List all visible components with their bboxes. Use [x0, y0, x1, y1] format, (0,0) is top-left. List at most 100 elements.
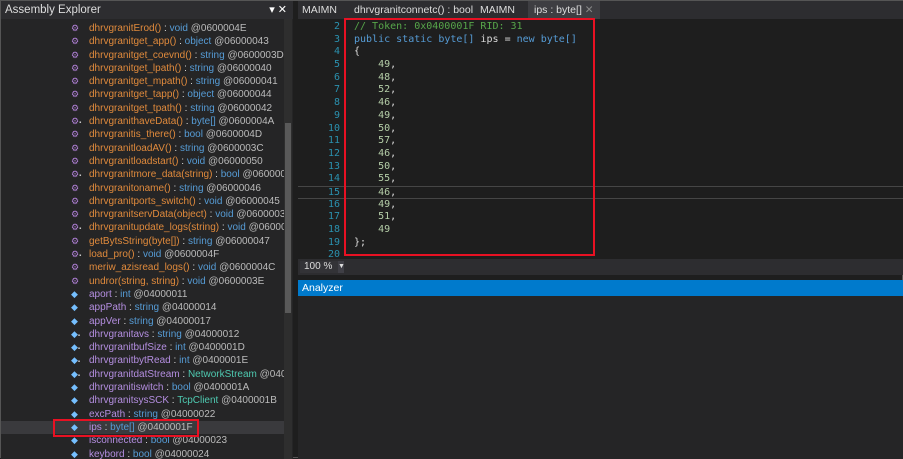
highlight-box [344, 18, 595, 256]
tree-item[interactable]: ⚙dhrvgranitget_coevnd() : string @060000… [1, 49, 284, 62]
tab-bar: MAIMN dhrvgranitconnetc() : bool MAIMN i… [298, 1, 903, 19]
tree-item[interactable]: ◆appVer : string @04000017 [1, 315, 284, 328]
line-number: 2 [298, 21, 340, 34]
item-name: aport [89, 289, 112, 300]
tree-item[interactable]: ◆▪dhrvgranitbufSize : int @0400001D [1, 341, 284, 354]
tree-item[interactable]: ◆▪dhrvgranitavs : string @04000012 [1, 328, 284, 341]
item-token: @04000011 [133, 289, 187, 300]
item-token: @04000022 [161, 409, 216, 420]
item-token: @0600003D [227, 50, 283, 61]
tab-connetc[interactable]: dhrvgranitconnetc() : bool [354, 4, 473, 16]
tree-item[interactable]: ⚙dhrvgranitoname() : string @06000046 [1, 182, 284, 195]
line-number: 10 [298, 123, 340, 136]
zoom-level[interactable]: 100 % [300, 261, 338, 273]
item-name: dhrvgranitis_there [89, 129, 169, 140]
item-token: @0400001A [194, 382, 250, 393]
method-icon: ⚙ [71, 103, 81, 113]
item-token: @06000040 [217, 63, 272, 74]
item-token: @06000050 [208, 156, 263, 167]
method-icon: ⚙ [71, 36, 81, 46]
item-name: dhrvgranitsysSCK [89, 395, 169, 406]
tree-item[interactable]: ⚙dhrvgranitloadstart() : void @06000050 [1, 155, 284, 168]
method-icon: ⚙ [71, 89, 81, 99]
tree-item[interactable]: ⚙▪dhrvgranithaveData() : byte[] @0600004… [1, 115, 284, 128]
tab-label: ips : byte[] [534, 4, 582, 16]
tree-item[interactable]: ⚙▪dhrvgranitupdate_logs(string) : void @… [1, 221, 284, 234]
tree-item[interactable]: ◆appPath : string @04000014 [1, 301, 284, 314]
tree-item[interactable]: ◆dhrvgranitiswitch : bool @0400001A [1, 381, 284, 394]
item-type: void [143, 249, 161, 260]
tab-maimn-2[interactable]: MAIMN [480, 4, 515, 16]
close-icon[interactable]: ✕ [278, 4, 287, 16]
tree-item[interactable]: ⚙dhrvgranitget_tpath() : string @0600004… [1, 102, 284, 115]
tab-maimn[interactable]: MAIMN [302, 4, 337, 16]
tree-item[interactable]: ◆▪dhrvgranitdatStream : NetworkStream @0… [1, 368, 284, 381]
tree-item[interactable]: ◆aport : int @04000011 [1, 288, 284, 301]
tree-item[interactable]: ◆keybord : bool @04000024 [1, 448, 284, 459]
field-icon: ◆▪ [71, 342, 81, 352]
item-name: dhrvgranitloadAV [89, 143, 165, 154]
item-args: () [176, 116, 183, 127]
item-type: void [198, 262, 216, 273]
item-name: dhrvgranitget_tapp [89, 89, 172, 100]
panel-title: Assembly Explorer [5, 4, 101, 16]
field-icon: ◆ [71, 302, 81, 312]
highlight-box [53, 419, 199, 437]
tree-list: ⚙dhrvgranitErod() : void @0600004E⚙dhrvg… [1, 22, 284, 459]
tree-item[interactable]: ⚙dhrvgranitports_switch() : void @060000… [1, 195, 284, 208]
lock-icon: ▪ [78, 333, 80, 339]
item-name: dhrvgranitbufSize [89, 342, 167, 353]
item-name: excPath [89, 409, 125, 420]
tree-item[interactable]: ⚙▪load_pro() : void @0600004F [1, 248, 284, 261]
lock-icon: ▪ [78, 359, 80, 365]
field-icon: ◆▪ [71, 355, 81, 365]
field-icon: ◆▪ [71, 369, 81, 379]
line-number: 14 [298, 173, 340, 186]
item-name: dhrvgranitiswitch [89, 382, 163, 393]
scrollbar-thumb[interactable] [285, 123, 291, 313]
chevron-down-icon[interactable]: ▼ [338, 261, 344, 273]
tree-item[interactable]: ⚙▪dhrvgranitmore_data(string) : bool @06… [1, 168, 284, 181]
tree-item[interactable]: ⚙dhrvgranitget_mpath() : string @0600004… [1, 75, 284, 88]
dropdown-icon[interactable]: ▾ [269, 4, 275, 16]
tree-item[interactable]: ⚙undror(string, string) : void @0600003E [1, 275, 284, 288]
item-args: () [169, 129, 176, 140]
tree-item[interactable]: ⚙dhrvgranitis_there() : bool @0600004D [1, 128, 284, 141]
tree-item[interactable]: ⚙dhrvgranitservData(object) : void @0600… [1, 208, 284, 221]
line-number: 8 [298, 97, 340, 110]
item-token: @0600004D [206, 129, 262, 140]
item-name: dhrvgranitErod [89, 23, 155, 34]
method-icon: ⚙ [71, 276, 81, 286]
tree-item[interactable]: ⚙dhrvgranitget_lpath() : string @0600004… [1, 62, 284, 75]
tree-item[interactable]: ⚙getBytsString(byte[]) : string @0600004… [1, 235, 284, 248]
item-name: dhrvgranitget_tpath [89, 103, 175, 114]
tree-item[interactable]: ⚙dhrvgranitloadAV() : string @0600003C [1, 142, 284, 155]
item-token: @0600003C [207, 143, 263, 154]
tree-item[interactable]: ◆▪dhrvgranitbytRead : int @0400001E [1, 354, 284, 367]
tree-item[interactable]: ⚙dhrvgranitget_app() : object @06000043 [1, 35, 284, 48]
tab-ips[interactable]: ips : byte[] ✕ [528, 1, 600, 19]
tree-item[interactable]: ◆dhrvgranitsysSCK : TcpClient @0400001B [1, 394, 284, 407]
field-icon: ◆ [71, 395, 81, 405]
item-type: string [135, 302, 159, 313]
line-number: 16 [298, 199, 340, 212]
method-icon: ⚙ [71, 76, 81, 86]
item-type: void [215, 209, 233, 220]
tree-item[interactable]: ⚙dhrvgranitget_tapp() : object @06000044 [1, 88, 284, 101]
item-args: (string) [181, 169, 212, 180]
lock-icon: ▪ [79, 253, 81, 259]
item-type: void [170, 23, 188, 34]
scrollbar[interactable] [284, 19, 292, 459]
item-type: TcpClient [177, 395, 218, 406]
line-number: 6 [298, 72, 340, 85]
method-icon: ⚙ [71, 209, 81, 219]
tree-item[interactable]: ⚙dhrvgranitErod() : void @0600004E [1, 22, 284, 35]
tree-item[interactable]: ⚙meriw_azisread_logs() : void @0600004C [1, 261, 284, 274]
item-token: @06000044 [217, 89, 272, 100]
panel-title-bar: Assembly Explorer ▾ ✕ [1, 1, 293, 19]
item-name: dhrvgranitloadstart [89, 156, 172, 167]
item-name: dhrvgranitget_app [89, 36, 170, 47]
close-icon[interactable]: ✕ [585, 4, 594, 16]
item-type: string [190, 103, 214, 114]
item-token: @0600003F [236, 209, 284, 220]
